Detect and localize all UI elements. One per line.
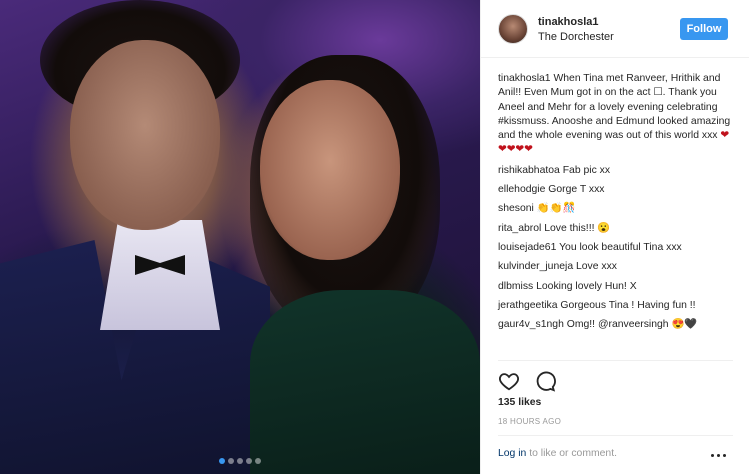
more-dot bbox=[717, 453, 720, 457]
login-prompt: Log in to like or comment. bbox=[498, 448, 617, 459]
comment-emoji: 👏👏🎊 bbox=[536, 203, 576, 215]
comment-text: Looking lovely Hun! X bbox=[536, 280, 637, 292]
comment-username[interactable]: gaur4v_s1ngh bbox=[498, 319, 567, 330]
login-prompt-text: to like or comment. bbox=[529, 448, 617, 459]
carousel-indicator[interactable] bbox=[219, 458, 261, 464]
post-header: tinakhosla1 The Dorchester Follow bbox=[481, 0, 749, 58]
divider bbox=[498, 435, 733, 436]
comment-text: Omg!! @ranveersingh bbox=[566, 319, 669, 331]
comment-username[interactable]: rita_abrol bbox=[498, 223, 544, 234]
comment-text: Fab pic xx bbox=[562, 164, 611, 176]
list-item: gaur4v_s1ngh Omg!! @ranveersingh 😍🖤 bbox=[498, 318, 736, 332]
carousel-dot[interactable] bbox=[219, 458, 225, 464]
list-item: rishikabhatoa Fab pic xx bbox=[498, 164, 736, 178]
heart-outline-icon[interactable] bbox=[498, 370, 520, 392]
comment-text: Gorge T xxx bbox=[548, 184, 605, 196]
photo-region bbox=[260, 80, 400, 260]
comment-username[interactable]: shesoni bbox=[498, 203, 537, 214]
comment-username[interactable]: dlbmiss bbox=[498, 281, 536, 292]
post-side-panel: tinakhosla1 The Dorchester Follow tinakh… bbox=[480, 0, 749, 474]
comment-emoji: 😍🖤 bbox=[671, 319, 698, 331]
login-link[interactable]: Log in bbox=[498, 448, 526, 459]
follow-button[interactable]: Follow bbox=[680, 18, 728, 40]
comment-username[interactable]: rishikabhatoa bbox=[498, 165, 563, 176]
header-username[interactable]: tinakhosla1 bbox=[538, 16, 599, 28]
photo-region bbox=[70, 40, 220, 230]
list-item: louisejade61 You look beautiful Tina xxx bbox=[498, 241, 736, 255]
photo-region bbox=[250, 290, 480, 474]
caption: tinakhosla1 When Tina met Ranveer, Hrithi… bbox=[498, 72, 736, 158]
comment-text: Gorgeous Tina ! Having fun !! bbox=[560, 299, 696, 311]
likes-count[interactable]: 135 likes bbox=[498, 397, 541, 408]
comment-username[interactable]: louisejade61 bbox=[498, 242, 559, 253]
post-photo[interactable] bbox=[0, 0, 480, 474]
post-timestamp: 18 HOURS AGO bbox=[498, 417, 562, 426]
comment-bubble-icon[interactable] bbox=[534, 370, 556, 392]
list-item: rita_abrol Love this!!! 😮 bbox=[498, 222, 736, 236]
caption-username[interactable]: tinakhosla1 bbox=[498, 73, 553, 84]
list-item: shesoni 👏👏🎊 bbox=[498, 202, 736, 216]
more-dot bbox=[711, 453, 714, 457]
list-item: dlbmiss Looking lovely Hun! X bbox=[498, 280, 736, 294]
more-options-icon[interactable] bbox=[711, 452, 727, 458]
comment-text: Love this!!! bbox=[544, 222, 595, 234]
carousel-dot[interactable] bbox=[255, 458, 261, 464]
comment-emoji: 😮 bbox=[597, 222, 611, 234]
comment-text: You look beautiful Tina xxx bbox=[559, 241, 682, 253]
carousel-dot[interactable] bbox=[246, 458, 252, 464]
divider bbox=[498, 360, 733, 361]
comments-list: tinakhosla1 When Tina met Ranveer, Hrithi… bbox=[498, 72, 736, 337]
list-item: jerathgeetika Gorgeous Tina ! Having fun … bbox=[498, 299, 736, 313]
list-item: kulvinder_juneja Love xxx bbox=[498, 260, 736, 274]
comment-username[interactable]: jerathgeetika bbox=[498, 300, 560, 311]
post-actions bbox=[498, 370, 556, 392]
carousel-dot[interactable] bbox=[228, 458, 234, 464]
comment-username[interactable]: kulvinder_juneja bbox=[498, 261, 576, 272]
photo-region bbox=[100, 220, 220, 330]
list-item: ellehodgie Gorge T xxx bbox=[498, 183, 736, 197]
more-dot bbox=[723, 453, 726, 457]
comment-text: Love xxx bbox=[575, 261, 617, 273]
location-link[interactable]: The Dorchester bbox=[538, 31, 614, 43]
avatar[interactable] bbox=[498, 14, 528, 44]
comment-username[interactable]: ellehodgie bbox=[498, 184, 548, 195]
carousel-dot[interactable] bbox=[237, 458, 243, 464]
